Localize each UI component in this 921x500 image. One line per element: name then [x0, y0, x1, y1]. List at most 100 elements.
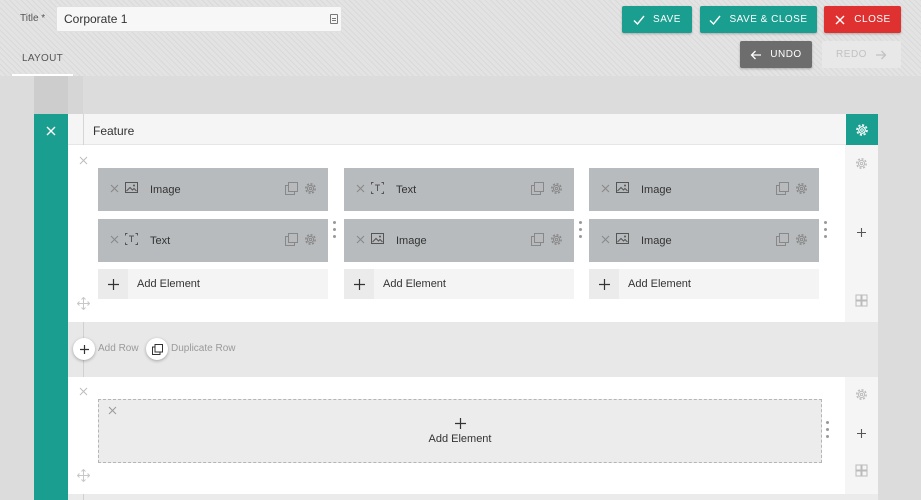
- tab-layout-label: LAYOUT: [21, 53, 64, 64]
- row-actions-bar: Add Row Duplicate Row: [68, 322, 878, 377]
- plus-icon: [598, 278, 610, 290]
- image-icon: [371, 233, 384, 244]
- plus-icon: [107, 278, 119, 290]
- image-icon: [125, 182, 138, 193]
- save-close-button-label: SAVE & CLOSE: [729, 14, 808, 25]
- add-row-button[interactable]: [73, 338, 95, 360]
- element-card[interactable]: Image: [589, 219, 819, 262]
- row-settings-gear-icon[interactable]: [854, 387, 869, 402]
- section-header: Feature: [68, 114, 846, 145]
- add-element-plus[interactable]: [589, 269, 619, 299]
- row-settings-gear-icon[interactable]: [854, 156, 869, 171]
- save-button-label: SAVE: [653, 14, 681, 25]
- copy-icon[interactable]: [776, 233, 789, 246]
- copy-icon[interactable]: [776, 182, 789, 195]
- empty-column-dropzone[interactable]: Add Element: [98, 399, 822, 463]
- section-settings-button[interactable]: [846, 114, 878, 145]
- add-element-button[interactable]: Add Element: [589, 269, 819, 299]
- add-element-label: Add Element: [137, 278, 200, 290]
- canvas-gutter-inner: [68, 76, 83, 116]
- title-input[interactable]: [56, 6, 342, 32]
- row-remove-icon[interactable]: [79, 387, 88, 396]
- copy-icon[interactable]: [285, 233, 298, 246]
- remove-column-icon[interactable]: [108, 406, 117, 415]
- copy-icon[interactable]: [285, 182, 298, 195]
- gear-icon[interactable]: [303, 232, 318, 247]
- element-card[interactable]: Image: [344, 219, 574, 262]
- remove-element-icon[interactable]: [601, 235, 610, 244]
- remove-element-icon[interactable]: [356, 235, 365, 244]
- add-element-button[interactable]: Add Element: [98, 269, 328, 299]
- element-label: Image: [150, 184, 181, 196]
- gear-icon[interactable]: [549, 232, 564, 247]
- canvas-gutter: [34, 76, 68, 116]
- column-resize-handle[interactable]: [579, 221, 582, 241]
- editor-header: Title * SAVE SAVE & CLOSE CLOSE UNDO RED…: [0, 0, 921, 76]
- save-button[interactable]: SAVE: [622, 6, 692, 33]
- element-label: Text: [396, 184, 417, 196]
- element-card[interactable]: Image: [589, 168, 819, 211]
- remove-element-icon[interactable]: [110, 184, 119, 193]
- arrow-right-icon: [875, 50, 887, 59]
- move-icon[interactable]: [77, 469, 90, 482]
- layout-grid-icon[interactable]: [854, 293, 869, 308]
- image-icon: [616, 233, 629, 244]
- add-element-label: Add Element: [628, 278, 691, 290]
- text-icon: [371, 182, 384, 194]
- add-element-plus[interactable]: [98, 269, 128, 299]
- gear-icon[interactable]: [303, 181, 318, 196]
- gear-icon[interactable]: [794, 232, 809, 247]
- element-label: Image: [641, 184, 672, 196]
- element-card[interactable]: Image: [98, 168, 328, 211]
- plus-icon: [353, 278, 365, 290]
- undo-button-label: UNDO: [770, 49, 802, 60]
- gear-icon: [856, 123, 868, 136]
- add-element-button[interactable]: Add Element: [344, 269, 574, 299]
- add-column-plus-icon[interactable]: [854, 225, 869, 240]
- remove-element-icon[interactable]: [356, 184, 365, 193]
- check-icon: [633, 15, 645, 25]
- column-resize-handle[interactable]: [824, 221, 827, 241]
- save-close-button[interactable]: SAVE & CLOSE: [700, 6, 817, 33]
- element-label: Image: [641, 235, 672, 247]
- element-card[interactable]: Text: [344, 168, 574, 211]
- element-label: Image: [396, 235, 427, 247]
- close-button[interactable]: CLOSE: [824, 6, 901, 33]
- column-resize-handle[interactable]: [333, 221, 336, 241]
- add-row-label[interactable]: Add Row: [98, 343, 139, 354]
- remove-element-icon[interactable]: [110, 235, 119, 244]
- gear-icon[interactable]: [794, 181, 809, 196]
- duplicate-row-label[interactable]: Duplicate Row: [171, 343, 235, 354]
- bottom-divider: [83, 494, 84, 500]
- redo-button-label: REDO: [836, 49, 867, 60]
- row-2-toolbar: [845, 377, 878, 494]
- layout-grid-icon[interactable]: [854, 463, 869, 478]
- plus-icon: [455, 418, 466, 429]
- column-resize-handle[interactable]: [826, 421, 829, 441]
- tab-layout[interactable]: LAYOUT: [12, 52, 73, 76]
- copy-icon: [151, 343, 163, 355]
- undo-button[interactable]: UNDO: [740, 41, 812, 68]
- plus-icon: [79, 344, 89, 354]
- redo-button[interactable]: REDO: [822, 41, 901, 68]
- gear-icon[interactable]: [549, 181, 564, 196]
- section-divider: [83, 114, 84, 145]
- move-icon[interactable]: [77, 297, 90, 310]
- copy-icon[interactable]: [531, 233, 544, 246]
- add-element-label: Add Element: [383, 278, 446, 290]
- remove-element-icon[interactable]: [601, 184, 610, 193]
- list-icon[interactable]: [330, 14, 338, 24]
- copy-icon[interactable]: [531, 182, 544, 195]
- section-close-icon[interactable]: [44, 124, 58, 138]
- add-column-plus-icon[interactable]: [854, 426, 869, 441]
- row-remove-icon[interactable]: [79, 156, 88, 165]
- text-icon: [125, 233, 138, 245]
- close-icon: [835, 15, 845, 24]
- add-element-label: Add Element: [428, 433, 492, 445]
- row-1-toolbar: [845, 145, 878, 322]
- add-element-plus[interactable]: [344, 269, 374, 299]
- section-sidebar: [34, 114, 68, 500]
- duplicate-row-button[interactable]: [146, 338, 168, 360]
- section-title[interactable]: Feature: [93, 124, 134, 138]
- element-card[interactable]: Text: [98, 219, 328, 262]
